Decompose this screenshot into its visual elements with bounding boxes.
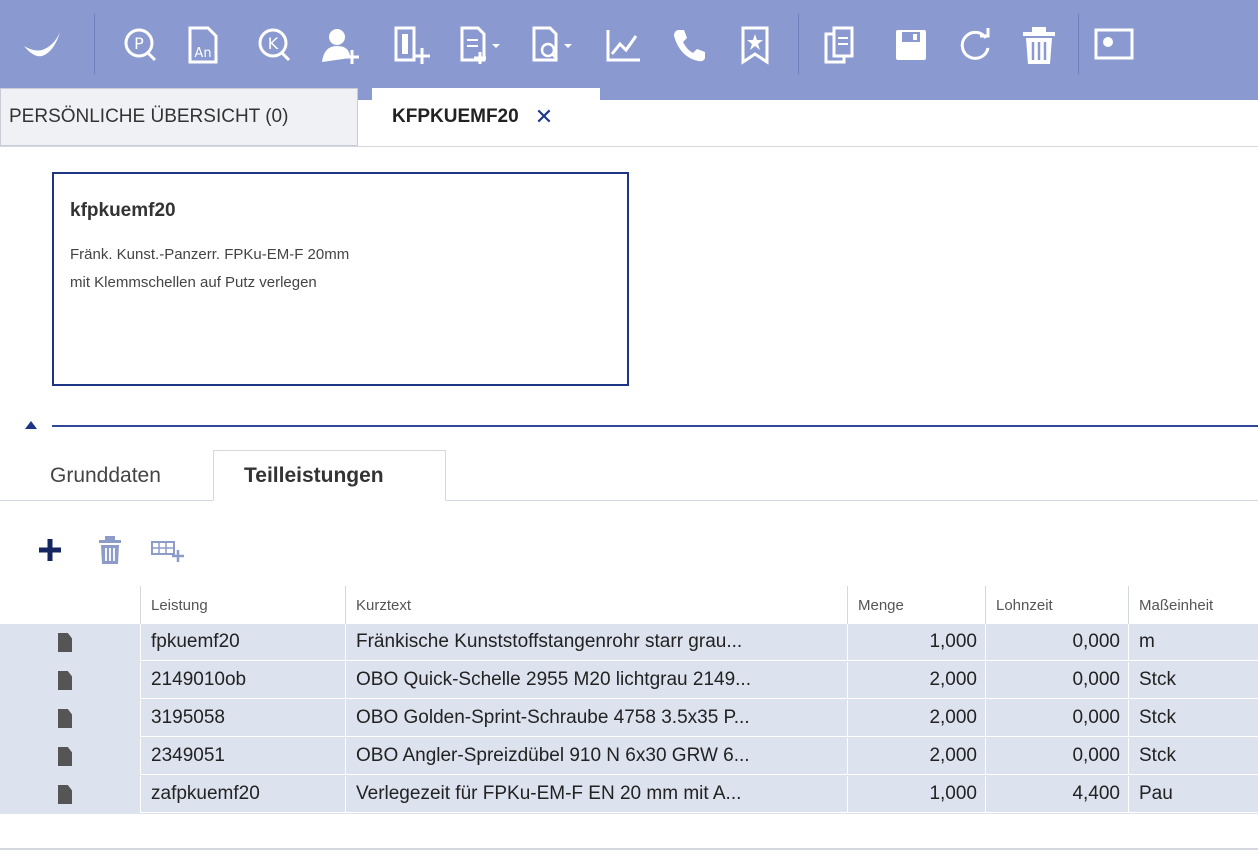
cell-menge[interactable]: 1,000 bbox=[847, 624, 985, 661]
cell-leistung[interactable]: zafpkuemf20 bbox=[140, 776, 345, 813]
column-header-lohnzeit[interactable]: Lohnzeit bbox=[985, 586, 1128, 624]
p-circle-search-icon[interactable]: P bbox=[118, 22, 164, 68]
cell-lohnzeit[interactable]: 4,400 bbox=[985, 776, 1128, 813]
service-summary-card: kfpkuemf20 Fränk. Kunst.-Panzerr. FPKu-E… bbox=[52, 172, 629, 386]
section-divider bbox=[52, 425, 1258, 427]
document-icon bbox=[40, 700, 130, 737]
column-header-masseinheit[interactable]: Maßeinheit bbox=[1128, 586, 1258, 624]
tab-label: KFPKUEMF20 bbox=[392, 106, 519, 127]
document-icon bbox=[40, 738, 130, 775]
table-row[interactable]: fpkuemf20 Fränkische Kunststoffstangenro… bbox=[0, 624, 1258, 662]
table-row[interactable]: 2149010ob OBO Quick-Schelle 2955 M20 lic… bbox=[0, 662, 1258, 700]
tab-label: Grunddaten bbox=[50, 463, 161, 487]
cell-menge[interactable]: 2,000 bbox=[847, 738, 985, 775]
cropped-icon[interactable] bbox=[1092, 22, 1138, 68]
trash-icon[interactable] bbox=[1016, 22, 1062, 68]
insert-table-row-icon[interactable] bbox=[150, 532, 186, 568]
cell-lohnzeit[interactable]: 0,000 bbox=[985, 662, 1128, 699]
save-icon[interactable] bbox=[888, 22, 934, 68]
cell-leistung[interactable]: 2149010ob bbox=[140, 662, 345, 699]
main-toolbar: P An K bbox=[0, 0, 1258, 100]
table-row[interactable]: 2349051 OBO Angler-Spreizdübel 910 N 6x3… bbox=[0, 738, 1258, 776]
cell-kurztext[interactable]: OBO Golden-Sprint-Schraube 4758 3.5x35 P… bbox=[345, 700, 847, 737]
new-document-dropdown-icon[interactable] bbox=[456, 22, 502, 68]
svg-text:K: K bbox=[268, 34, 279, 53]
cell-masseinheit[interactable]: Stck bbox=[1128, 738, 1258, 775]
line-chart-icon[interactable] bbox=[600, 22, 646, 68]
an-document-icon[interactable]: An bbox=[180, 22, 226, 68]
table-row[interactable]: zafpkuemf20 Verlegezeit für FPKu-EM-F EN… bbox=[0, 776, 1258, 814]
checkmark-logo-icon[interactable] bbox=[18, 22, 64, 68]
tab-label: PERSÖNLICHE ÜBERSICHT (0) bbox=[9, 106, 289, 127]
search-document-dropdown-icon[interactable] bbox=[528, 22, 574, 68]
toolbar-separator bbox=[94, 14, 95, 74]
cell-kurztext[interactable]: OBO Angler-Spreizdübel 910 N 6x30 GRW 6.… bbox=[345, 738, 847, 775]
tab-grunddaten[interactable]: Grunddaten bbox=[32, 450, 212, 501]
svg-text:P: P bbox=[134, 34, 144, 53]
tab-kfpkuemf20[interactable]: KFPKUEMF20 ✕ bbox=[372, 88, 600, 146]
add-document-icon[interactable] bbox=[388, 22, 434, 68]
tab-personal-overview[interactable]: PERSÖNLICHE ÜBERSICHT (0) bbox=[0, 88, 358, 146]
cell-masseinheit[interactable]: Pau bbox=[1128, 776, 1258, 813]
card-description-line: Fränk. Kunst.-Panzerr. FPKu-EM-F 20mm bbox=[70, 246, 350, 263]
cell-lohnzeit[interactable]: 0,000 bbox=[985, 700, 1128, 737]
cell-leistung[interactable]: 2349051 bbox=[140, 738, 345, 775]
cell-kurztext[interactable]: OBO Quick-Schelle 2955 M20 lichtgrau 214… bbox=[345, 662, 847, 699]
copy-document-icon[interactable] bbox=[818, 22, 864, 68]
cell-leistung[interactable]: fpkuemf20 bbox=[140, 624, 345, 661]
tab-divider bbox=[0, 146, 1258, 147]
toolbar-separator bbox=[798, 14, 799, 74]
cell-lohnzeit[interactable]: 0,000 bbox=[985, 738, 1128, 775]
card-title: kfpkuemf20 bbox=[70, 200, 176, 221]
card-description-line: mit Klemmschellen auf Putz verlegen bbox=[70, 274, 317, 291]
column-header-kurztext[interactable]: Kurztext bbox=[345, 586, 847, 624]
cell-masseinheit[interactable]: Stck bbox=[1128, 662, 1258, 699]
table-row[interactable]: 3195058 OBO Golden-Sprint-Schraube 4758 … bbox=[0, 700, 1258, 738]
document-tabs: PERSÖNLICHE ÜBERSICHT (0) KFPKUEMF20 ✕ bbox=[0, 88, 1258, 146]
cell-kurztext[interactable]: Verlegezeit für FPKu-EM-F EN 20 mm mit A… bbox=[345, 776, 847, 813]
document-icon bbox=[40, 662, 130, 699]
cell-kurztext[interactable]: Fränkische Kunststoffstangenrohr starr g… bbox=[345, 624, 847, 661]
cell-menge[interactable]: 2,000 bbox=[847, 662, 985, 699]
column-header-menge[interactable]: Menge bbox=[847, 586, 985, 624]
tab-label: Teilleistungen bbox=[244, 463, 384, 487]
toolbar-separator bbox=[1078, 14, 1079, 74]
tab-teilleistungen[interactable]: Teilleistungen bbox=[213, 450, 446, 501]
cell-masseinheit[interactable]: m bbox=[1128, 624, 1258, 661]
cell-menge[interactable]: 2,000 bbox=[847, 700, 985, 737]
add-person-icon[interactable] bbox=[318, 22, 364, 68]
cell-leistung[interactable]: 3195058 bbox=[140, 700, 345, 737]
add-icon[interactable] bbox=[32, 532, 68, 568]
refresh-icon[interactable] bbox=[952, 22, 998, 68]
close-icon[interactable]: ✕ bbox=[535, 104, 553, 130]
cell-menge[interactable]: 1,000 bbox=[847, 776, 985, 813]
svg-text:An: An bbox=[194, 46, 211, 61]
document-icon bbox=[40, 624, 130, 661]
trash-icon[interactable] bbox=[92, 532, 128, 568]
k-circle-search-icon[interactable]: K bbox=[252, 22, 298, 68]
phone-icon[interactable] bbox=[666, 22, 712, 68]
column-header-leistung[interactable]: Leistung bbox=[140, 586, 345, 624]
bookmark-star-icon[interactable] bbox=[732, 22, 778, 68]
cell-lohnzeit[interactable]: 0,000 bbox=[985, 624, 1128, 661]
collapse-arrow-icon[interactable] bbox=[25, 421, 37, 429]
cell-masseinheit[interactable]: Stck bbox=[1128, 700, 1258, 737]
table-bottom-border bbox=[0, 848, 1258, 850]
document-icon bbox=[40, 776, 130, 813]
